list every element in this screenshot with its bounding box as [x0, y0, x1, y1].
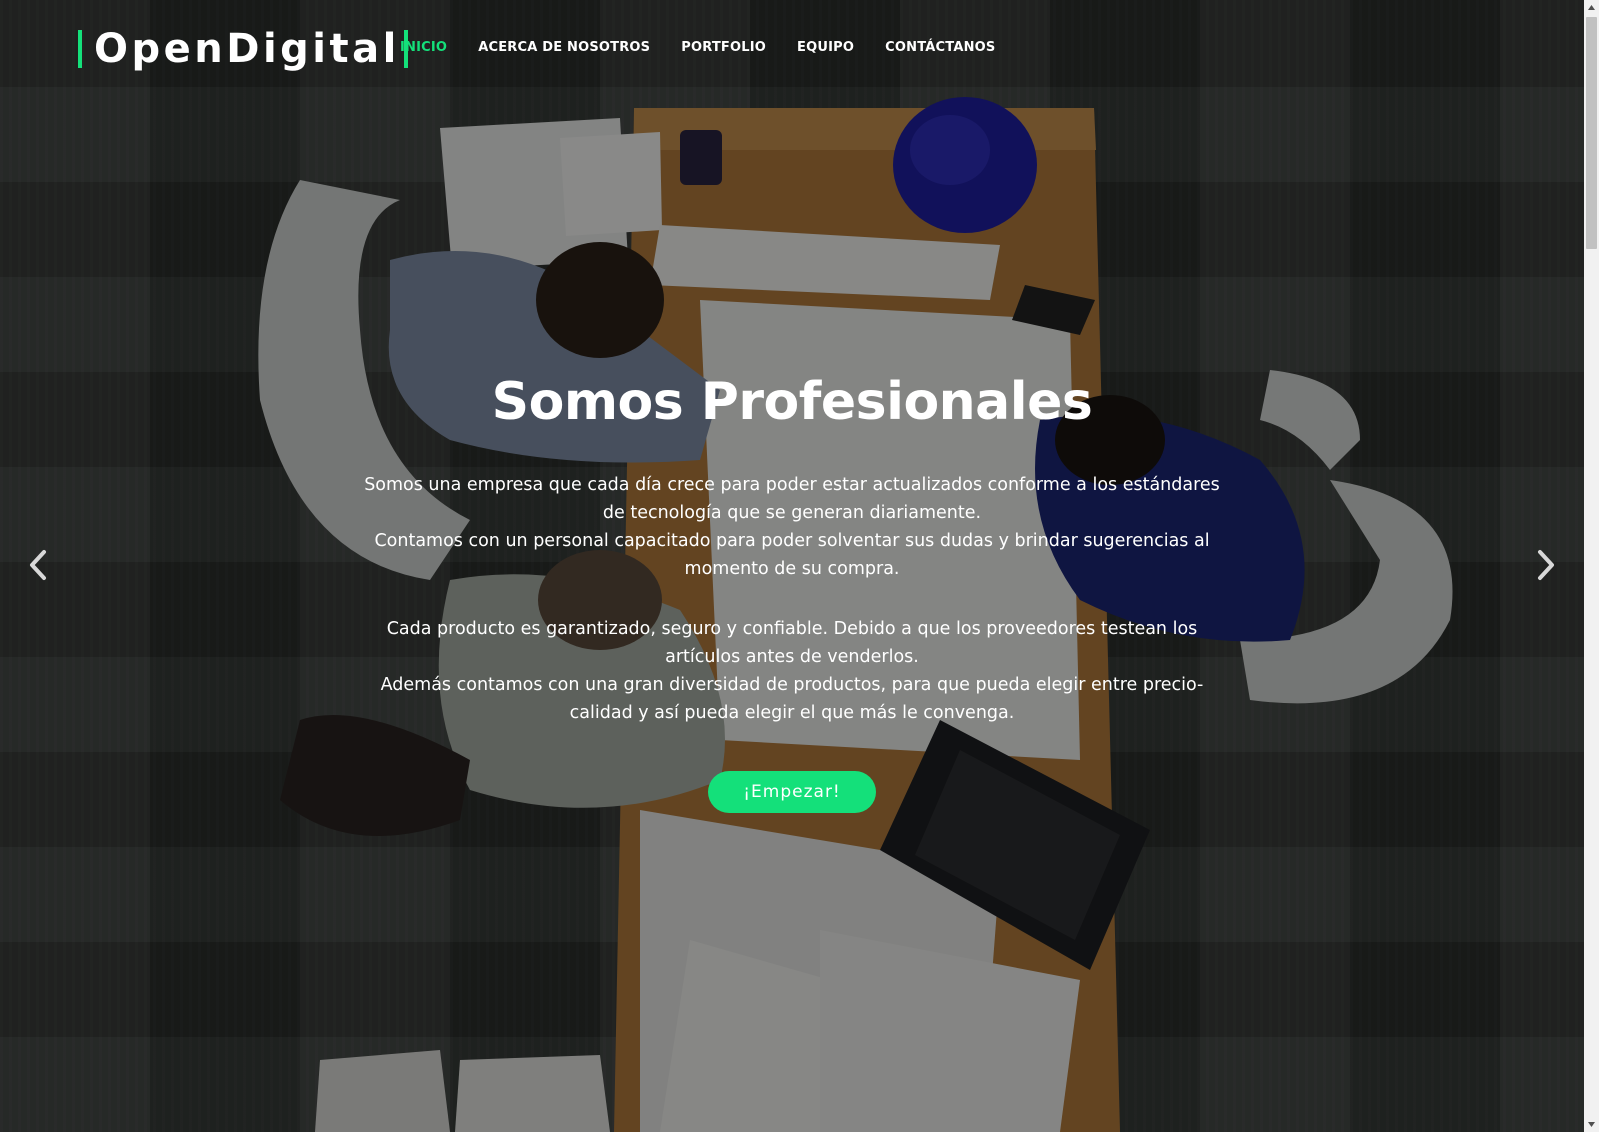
- nav-item-equipo[interactable]: EQUIPO: [797, 40, 854, 55]
- carousel-next-button[interactable]: [1530, 540, 1560, 590]
- scrollbar-thumb[interactable]: [1586, 17, 1597, 249]
- scroll-up-arrow-icon[interactable]: [1584, 0, 1599, 15]
- hero-title: Somos Profesionales: [491, 372, 1093, 432]
- nav-item-contactanos[interactable]: CONTÁCTANOS: [885, 40, 995, 55]
- navbar: OpenDigital INICIO ACERCA DE NOSOTROS PO…: [0, 0, 1584, 100]
- empezar-button[interactable]: ¡Empezar!: [708, 771, 876, 813]
- hero-paragraph-1-line-2: Contamos con un personal capacitado para…: [374, 531, 1210, 579]
- brand-name: OpenDigital: [94, 26, 400, 72]
- page-scrollbar[interactable]: [1584, 0, 1599, 1132]
- hero-paragraph-1: Somos una empresa que cada día crece par…: [362, 471, 1222, 583]
- nav-item-portfolio[interactable]: PORTFOLIO: [681, 40, 766, 55]
- nav-menu: INICIO ACERCA DE NOSOTROS PORTFOLIO EQUI…: [400, 40, 1027, 55]
- hero-carousel: OpenDigital INICIO ACERCA DE NOSOTROS PO…: [0, 0, 1584, 1132]
- hero-paragraph-1-line-1: Somos una empresa que cada día crece par…: [364, 475, 1220, 523]
- nav-item-acerca-de-nosotros[interactable]: ACERCA DE NOSOTROS: [478, 40, 650, 55]
- hero-paragraph-2-line-1: Cada producto es garantizado, seguro y c…: [386, 619, 1198, 667]
- chevron-left-icon: [30, 550, 46, 580]
- hero-content: Somos Profesionales Somos una empresa qu…: [330, 370, 1254, 813]
- chevron-right-icon: [1538, 550, 1554, 580]
- hero-paragraph-2: Cada producto es garantizado, seguro y c…: [362, 615, 1222, 727]
- carousel-prev-button[interactable]: [24, 540, 54, 590]
- hero-paragraph-2-line-2: Además contamos con una gran diversidad …: [380, 675, 1204, 723]
- nav-item-inicio[interactable]: INICIO: [400, 40, 447, 55]
- scroll-down-arrow-icon[interactable]: [1584, 1117, 1599, 1132]
- brand-logo[interactable]: OpenDigital: [78, 26, 408, 72]
